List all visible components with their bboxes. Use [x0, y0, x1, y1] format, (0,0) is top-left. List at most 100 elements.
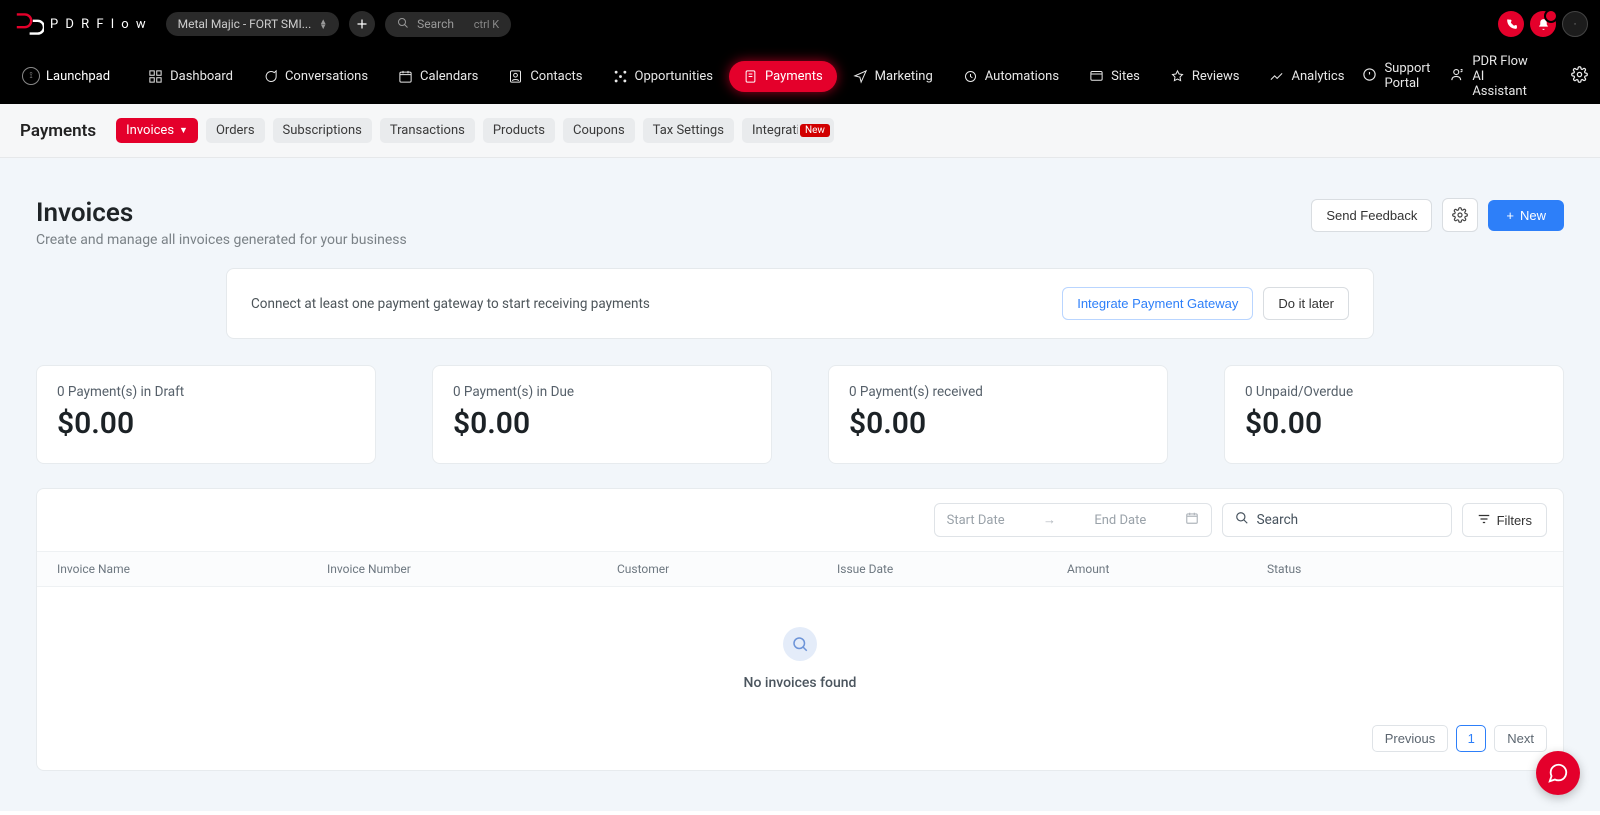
- nav-calendars[interactable]: Calendars: [384, 61, 492, 92]
- subtab-invoices[interactable]: Invoices ▼: [116, 118, 198, 143]
- search-shortcut: ctrl K: [474, 18, 499, 31]
- user-avatar[interactable]: ·: [1562, 11, 1588, 37]
- nav-sites[interactable]: Sites: [1075, 61, 1154, 92]
- new-invoice-button[interactable]: + New: [1488, 200, 1564, 231]
- subtab-integrations[interactable]: IntegrationsNew: [742, 118, 834, 143]
- subtab-coupons[interactable]: Coupons: [563, 118, 635, 143]
- end-date-placeholder: End Date: [1094, 513, 1146, 528]
- table-header-row: Invoice Name Invoice Number Customer Iss…: [37, 551, 1563, 587]
- marketing-icon: [853, 69, 868, 84]
- launchpad-label: Launchpad: [46, 69, 110, 84]
- ai-assistant-link[interactable]: PDR Flow AI Assistant: [1450, 54, 1541, 99]
- stat-draft: 0 Payment(s) in Draft $0.00: [36, 365, 376, 464]
- launchpad-link[interactable]: ⟟ Launchpad: [12, 61, 120, 91]
- subtab-transactions[interactable]: Transactions: [380, 118, 475, 143]
- nav-opportunities[interactable]: Opportunities: [599, 61, 727, 92]
- subtab-tax-settings[interactable]: Tax Settings: [643, 118, 734, 143]
- gear-icon: [1452, 207, 1468, 223]
- analytics-icon: [1269, 69, 1284, 84]
- stats-row: 0 Payment(s) in Draft $0.00 0 Payment(s)…: [36, 365, 1564, 464]
- chat-fab[interactable]: [1536, 751, 1580, 795]
- page-title: Invoices: [36, 198, 407, 228]
- gateway-notice: Connect at least one payment gateway to …: [226, 268, 1374, 339]
- dashboard-icon: [148, 69, 163, 84]
- sites-icon: [1089, 69, 1104, 84]
- th-amount: Amount: [1067, 562, 1267, 576]
- launchpad-icon: ⟟: [22, 67, 40, 85]
- th-invoice-number: Invoice Number: [327, 562, 617, 576]
- empty-search-icon: [783, 627, 817, 661]
- page-settings-button[interactable]: [1442, 198, 1478, 232]
- phone-button[interactable]: [1498, 11, 1524, 37]
- th-invoice-name: Invoice Name: [57, 562, 327, 576]
- settings-gear-button[interactable]: [1571, 66, 1588, 87]
- page-subtitle: Create and manage all invoices generated…: [36, 232, 407, 248]
- updown-icon: ▲▼: [319, 19, 327, 29]
- table-toolbar: Start Date → End Date Search Filters: [37, 489, 1563, 551]
- send-feedback-button[interactable]: Send Feedback: [1311, 199, 1432, 232]
- nav-automations[interactable]: Automations: [949, 61, 1073, 92]
- subtab-orders[interactable]: Orders: [206, 118, 265, 143]
- contacts-icon: [508, 69, 523, 84]
- plus-icon: +: [1506, 208, 1514, 223]
- nav-dashboard[interactable]: Dashboard: [134, 61, 247, 92]
- main-nav: ⟟ Launchpad Dashboard Conversations Cale…: [0, 48, 1600, 104]
- empty-text: No invoices found: [744, 675, 857, 691]
- stat-overdue: 0 Unpaid/Overdue $0.00: [1224, 365, 1564, 464]
- support-icon: [1362, 67, 1377, 86]
- opportunities-icon: [613, 69, 628, 84]
- quick-add-button[interactable]: [349, 11, 375, 37]
- notice-text: Connect at least one payment gateway to …: [251, 296, 650, 312]
- calendar-icon: [398, 69, 413, 84]
- nav-marketing[interactable]: Marketing: [839, 61, 947, 92]
- date-range-picker[interactable]: Start Date → End Date: [934, 503, 1212, 537]
- notifications-button[interactable]: [1530, 11, 1556, 37]
- nav-analytics[interactable]: Analytics: [1255, 61, 1358, 92]
- content: Invoices Create and manage all invoices …: [0, 158, 1600, 811]
- calendar-icon: [1185, 511, 1199, 529]
- th-status: Status: [1267, 562, 1543, 576]
- search-icon: [397, 17, 409, 32]
- chat-icon: [1547, 762, 1569, 784]
- do-it-later-button[interactable]: Do it later: [1263, 287, 1349, 320]
- table-search[interactable]: Search: [1222, 503, 1452, 537]
- pagination: Previous 1 Next: [37, 719, 1563, 752]
- nav-payments[interactable]: Payments: [729, 61, 837, 92]
- search-placeholder-text: Search: [417, 17, 454, 31]
- subtab-products[interactable]: Products: [483, 118, 555, 143]
- brand-logo: P D R F l o w: [12, 11, 148, 37]
- global-search[interactable]: Search ctrl K: [385, 12, 511, 37]
- subtab-subscriptions[interactable]: Subscriptions: [273, 118, 372, 143]
- nav-conversations[interactable]: Conversations: [249, 61, 382, 92]
- brand-name: P D R F l o w: [50, 17, 148, 32]
- new-badge: New: [800, 124, 830, 137]
- stat-due: 0 Payment(s) in Due $0.00: [432, 365, 772, 464]
- account-name: Metal Majic - FORT SMI...: [178, 17, 312, 31]
- pager-next[interactable]: Next: [1494, 725, 1547, 752]
- topbar-icons: ·: [1498, 11, 1588, 37]
- chevron-down-icon: ▼: [179, 125, 188, 136]
- pager-prev[interactable]: Previous: [1372, 725, 1449, 752]
- th-issue-date: Issue Date: [837, 562, 1067, 576]
- ai-icon: [1450, 67, 1465, 86]
- th-customer: Customer: [617, 562, 837, 576]
- search-placeholder: Search: [1257, 512, 1298, 528]
- nav-contacts[interactable]: Contacts: [494, 61, 596, 92]
- chat-icon: [263, 69, 278, 84]
- nav-reviews[interactable]: Reviews: [1156, 61, 1254, 92]
- reviews-icon: [1170, 69, 1185, 84]
- support-portal-link[interactable]: Support Portal: [1362, 61, 1430, 91]
- start-date-placeholder: Start Date: [947, 513, 1005, 528]
- subnav-title: Payments: [20, 121, 96, 141]
- stat-received: 0 Payment(s) received $0.00: [828, 365, 1168, 464]
- filters-button[interactable]: Filters: [1462, 503, 1547, 537]
- arrow-right-icon: →: [1043, 512, 1056, 528]
- subnav: Payments Invoices ▼ Orders Subscriptions…: [0, 104, 1600, 158]
- pager-page-1[interactable]: 1: [1456, 725, 1486, 752]
- account-switcher[interactable]: Metal Majic - FORT SMI... ▲▼: [166, 12, 340, 36]
- filter-icon: [1477, 512, 1491, 529]
- payments-icon: [743, 69, 758, 84]
- subnav-tabs: Invoices ▼ Orders Subscriptions Transact…: [116, 118, 834, 143]
- integrate-gateway-button[interactable]: Integrate Payment Gateway: [1062, 287, 1253, 320]
- search-icon: [1235, 511, 1249, 529]
